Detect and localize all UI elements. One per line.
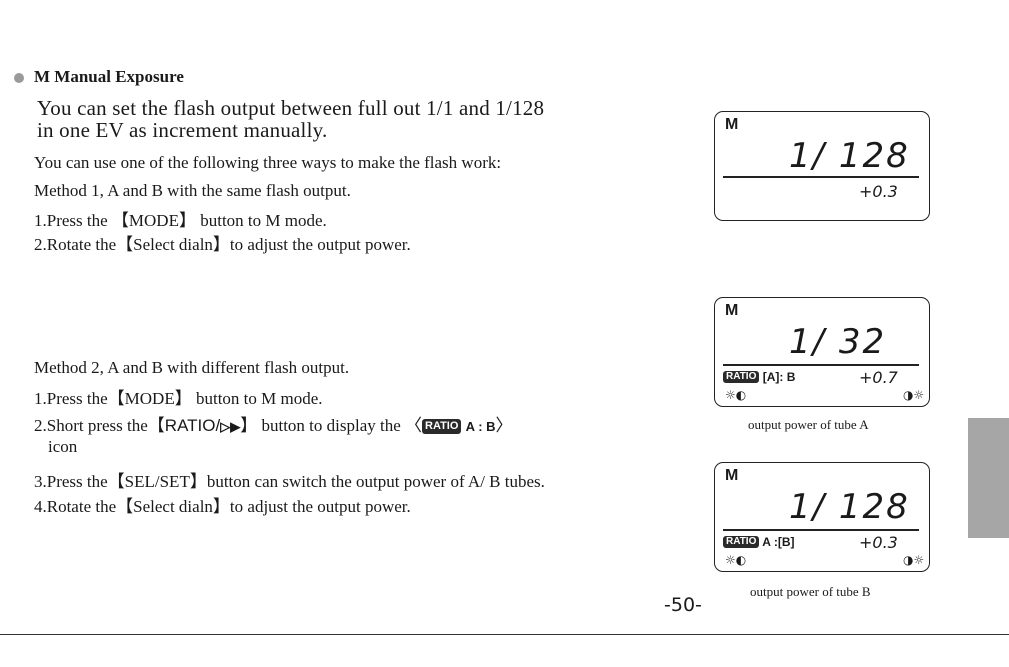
method2-step4: 4.Rotate the【Select dialn】to adjust the … — [34, 497, 411, 516]
lcd-ev: +0.7 — [859, 368, 898, 387]
section-heading: M Manual Exposure — [34, 67, 184, 86]
lcd-divider — [723, 364, 919, 366]
ratio-button-label: RATIO/ — [164, 416, 221, 435]
lcd-ratio: RATIO A :[B] — [723, 535, 794, 549]
lcd-ev: +0.3 — [859, 182, 898, 201]
page-number: -50- — [664, 594, 702, 616]
step2-close: 〉 — [495, 416, 513, 435]
ratio-badge: RATIO — [422, 419, 462, 434]
lcd-display-3: M 1/ 128 RATIO A :[B] +0.3 ☼◐ ◑☼ — [714, 462, 930, 572]
lcd-power: 1/ 128 — [789, 487, 910, 527]
lcd-mode: M — [725, 302, 739, 319]
footer-rule — [0, 634, 1009, 635]
method2-title: Method 2, A and B with different flash o… — [34, 358, 350, 377]
method2-step2-cont: icon — [48, 437, 78, 456]
ratio-badge: RATIO — [723, 371, 760, 383]
lcd-display-1: M 1/ 128 +0.3 — [714, 111, 930, 221]
fast-forward-icon: ▷▶ — [220, 419, 241, 434]
lcd-power: 1/ 32 — [789, 322, 887, 362]
lcd-power: 1/ 128 — [789, 136, 910, 176]
brightness-high-icon: ◑☼ — [903, 553, 925, 567]
side-tab — [968, 418, 1009, 538]
intro-line-2: in one EV as increment manually. — [37, 118, 328, 142]
method2-step1: 1.Press the【MODE】 button to M mode. — [34, 389, 323, 408]
method1-step2: 2.Rotate the【Select dialn】to adjust the … — [34, 235, 411, 254]
lcd-divider — [723, 529, 919, 531]
step2-prefix: 2.Short press the【 — [34, 416, 165, 435]
method2-step3: 3.Press the【SEL/SET】button can switch th… — [34, 472, 545, 491]
ratio-badge: RATIO — [723, 536, 760, 548]
method1-step1: 1.Press the 【MODE】 button to M mode. — [34, 211, 327, 230]
lcd-mode: M — [725, 467, 739, 484]
lcd-divider — [723, 176, 919, 178]
brightness-low-icon: ☼◐ — [725, 388, 747, 402]
brightness-high-icon: ◑☼ — [903, 388, 925, 402]
ratio-text: A :[B] — [762, 535, 795, 549]
lcd-display-2: M 1/ 32 RATIO [A]: B +0.7 ☼◐ ◑☼ — [714, 297, 930, 407]
ab-label: A : B — [465, 419, 496, 434]
section-bullet — [14, 73, 24, 83]
caption-tube-a: output power of tube A — [748, 417, 869, 432]
lcd-mode: M — [725, 116, 739, 133]
step2-mid: 】 button to display the 〈 — [240, 416, 423, 435]
caption-tube-b: output power of tube B — [750, 584, 871, 599]
method2-step2: 2.Short press the【RATIO/▷▶】 button to di… — [34, 411, 513, 436]
ways-line: You can use one of the following three w… — [34, 153, 502, 172]
lcd-ev: +0.3 — [859, 533, 898, 552]
lcd-ratio: RATIO [A]: B — [723, 370, 795, 384]
ratio-text: [A]: B — [762, 370, 796, 384]
method1-title: Method 1, A and B with the same flash ou… — [34, 181, 351, 200]
brightness-low-icon: ☼◐ — [725, 553, 747, 567]
